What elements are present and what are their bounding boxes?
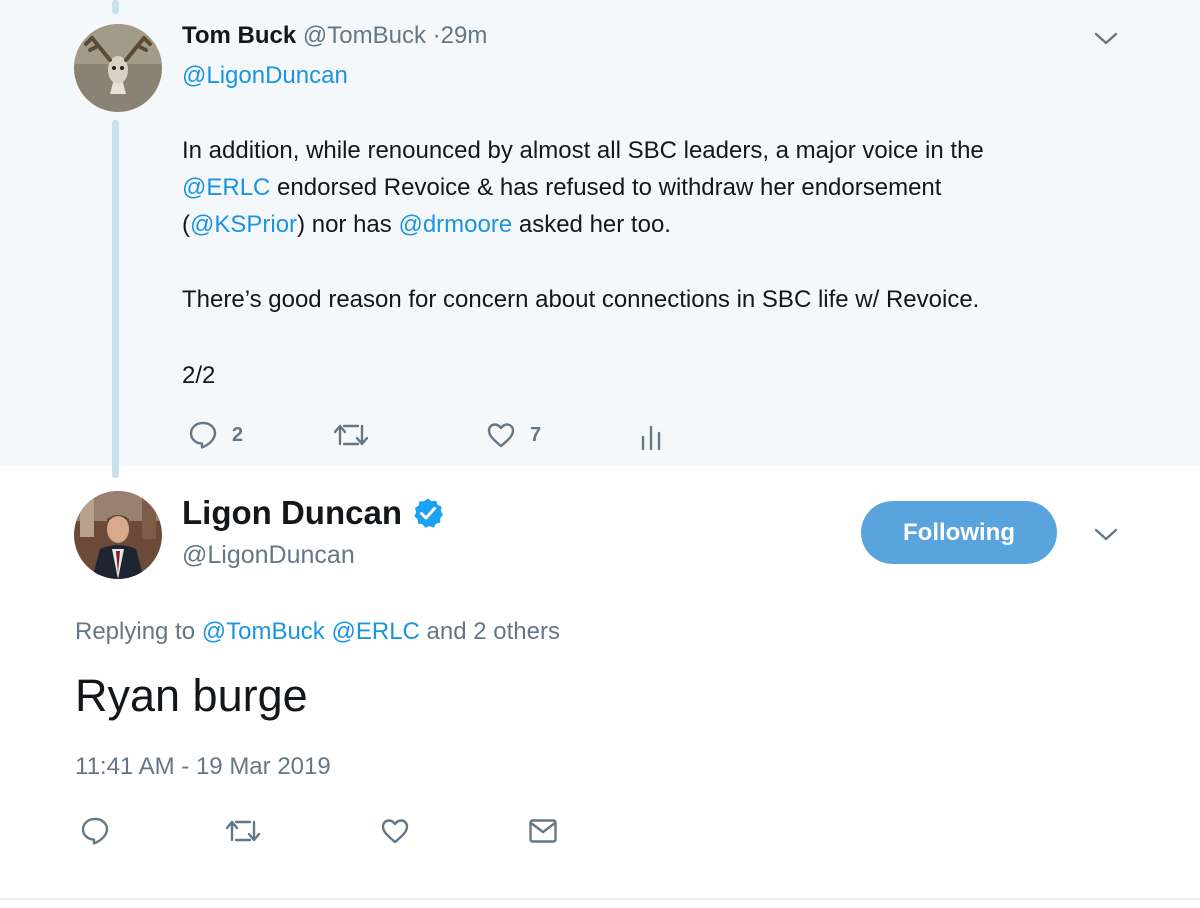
- heart-icon: [487, 423, 515, 448]
- chevron-down-icon[interactable]: [1093, 526, 1119, 544]
- verified-badge-icon: [414, 498, 443, 528]
- replying-to-line: Replying to @TomBuck @ERLC and 2 others: [75, 618, 560, 646]
- reply-icon: [81, 817, 109, 845]
- thread-line: [112, 120, 119, 478]
- tweet-timestamp[interactable]: 11:41 AM - 19 Mar 2019: [75, 753, 331, 781]
- tweet-text: Ryan burge: [75, 670, 308, 721]
- tweet-text-line-1: In addition, while renounced by almost a…: [182, 132, 984, 169]
- mention-erlc[interactable]: @ERLC: [182, 174, 270, 201]
- retweet-action[interactable]: [332, 422, 370, 448]
- divider: [0, 898, 1200, 900]
- tom-buck-avatar[interactable]: [74, 24, 162, 112]
- tweet-text: (: [182, 211, 190, 238]
- envelope-icon: [529, 819, 557, 843]
- chevron-down-icon[interactable]: [1093, 30, 1119, 48]
- tweet-paragraph-3: 2/2: [182, 362, 216, 389]
- heart-icon: [381, 819, 409, 844]
- tweet-text: ) nor has: [297, 211, 399, 238]
- reply-icon: [189, 421, 217, 449]
- mention-drmoore[interactable]: @drmoore: [398, 211, 512, 238]
- tweet-text-line-2: @ERLC endorsed Revoice & has refused to …: [182, 169, 941, 206]
- reply-action[interactable]: [80, 816, 110, 846]
- tweet-text: endorsed Revoice & has refused to withdr…: [270, 174, 942, 201]
- meta-separator: ·: [432, 22, 441, 49]
- author-name[interactable]: Ligon Duncan: [182, 494, 402, 532]
- analytics-action[interactable]: [639, 423, 663, 451]
- reply-action[interactable]: 2: [188, 420, 243, 450]
- author-handle[interactable]: @TomBuck: [303, 22, 426, 49]
- mention-erlc[interactable]: @ERLC: [331, 618, 419, 645]
- following-button[interactable]: Following: [861, 501, 1057, 564]
- tweet-text-line-3: (@KSPrior) nor has @drmoore asked her to…: [182, 206, 671, 243]
- retweet-icon: [225, 820, 261, 842]
- reply-count: 2: [232, 423, 244, 446]
- replying-others[interactable]: and 2 others: [420, 618, 560, 645]
- author-handle[interactable]: @LigonDuncan: [182, 541, 355, 570]
- author-name[interactable]: Tom Buck: [182, 22, 296, 49]
- analytics-icon: [641, 425, 661, 451]
- reply-to-mention[interactable]: @LigonDuncan: [182, 62, 348, 90]
- tweet-text: In addition, while renounced by almost a…: [182, 137, 984, 164]
- mention-ksprior[interactable]: @KSPrior: [190, 211, 297, 238]
- ligon-duncan-avatar[interactable]: [74, 491, 162, 579]
- retweet-action[interactable]: [224, 818, 262, 844]
- replying-prefix: Replying to: [75, 618, 202, 645]
- author-line: Ligon Duncan: [182, 494, 444, 532]
- thread-line-top: [112, 0, 119, 14]
- like-action[interactable]: [380, 817, 410, 845]
- tweet-author-line: Tom Buck @TomBuck ·29m: [182, 22, 487, 50]
- tweet-paragraph-2: There’s good reason for concern about co…: [182, 286, 980, 313]
- tweet-time[interactable]: 29m: [441, 22, 488, 49]
- retweet-icon: [333, 424, 369, 446]
- direct-message-action[interactable]: [528, 818, 558, 844]
- tweet-text: asked her too.: [512, 211, 671, 238]
- like-action[interactable]: 7: [486, 421, 541, 449]
- mention-tombuck[interactable]: @TomBuck: [202, 618, 325, 645]
- like-count: 7: [530, 423, 542, 446]
